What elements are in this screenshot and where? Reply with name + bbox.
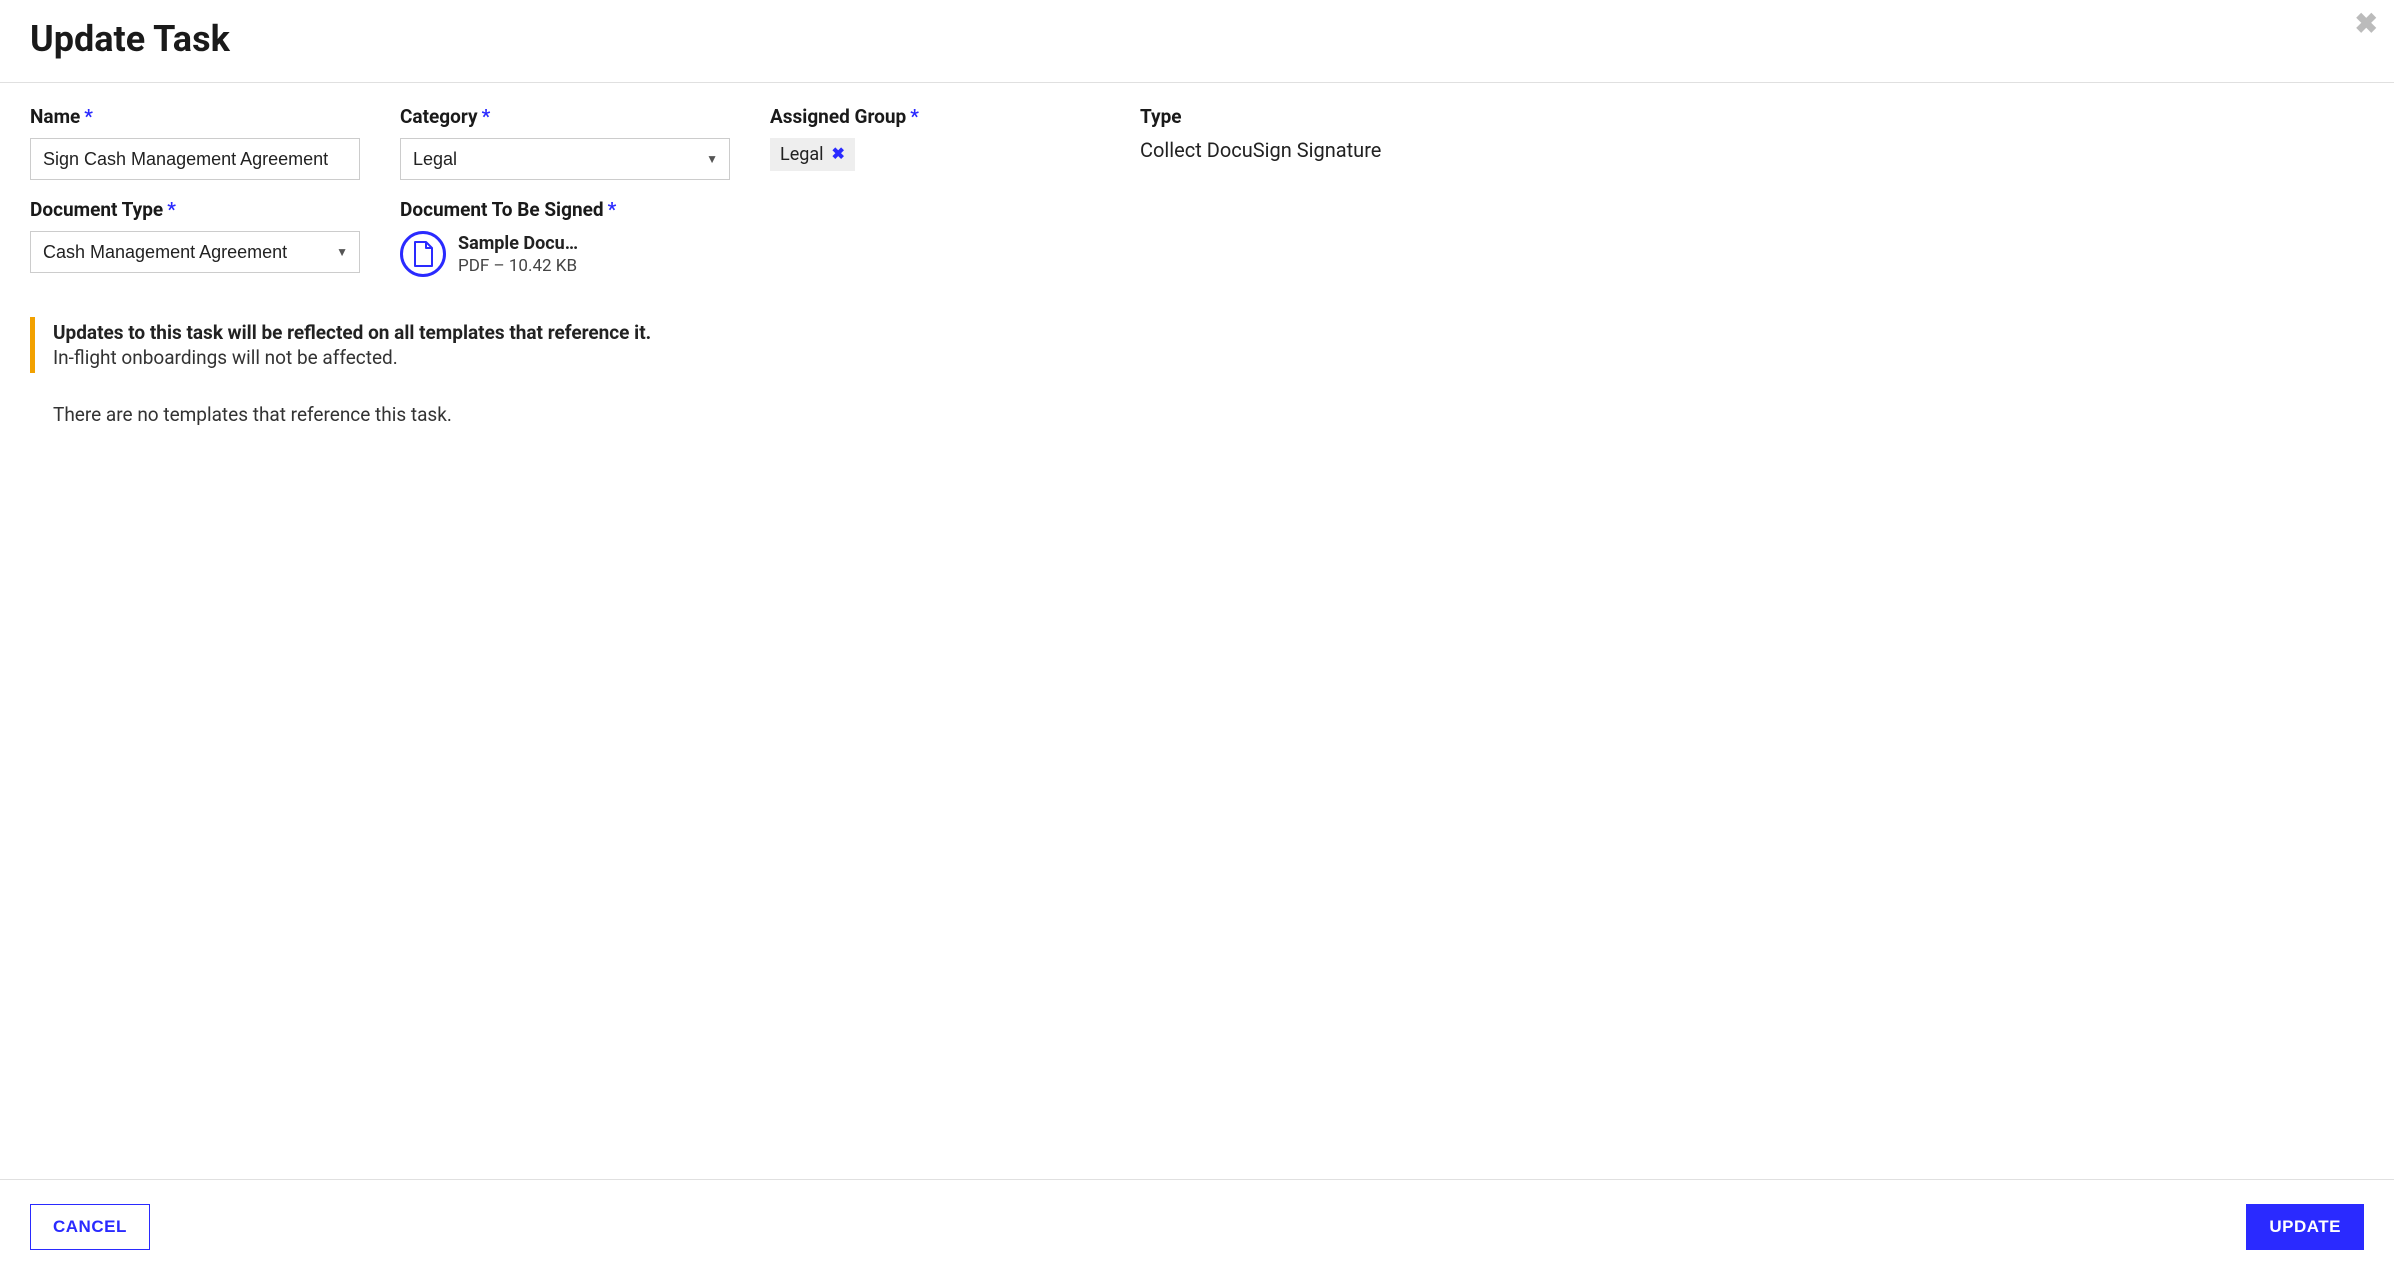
field-document-to-sign: Document To Be Signed* Sample Document.p… [400, 198, 730, 277]
document-type-select-wrap: Cash Management Agreement ▼ [30, 231, 360, 273]
document-to-sign-label: Document To Be Signed* [400, 198, 730, 221]
document-type-label: Document Type* [30, 198, 360, 221]
document-to-sign-label-text: Document To Be Signed [400, 198, 604, 221]
required-marker: * [482, 105, 491, 128]
field-type: Type Collect DocuSign Signature [1140, 105, 1470, 180]
modal-body: Name* Category* Legal ▼ Assigned Group* [0, 83, 2394, 1179]
document-icon [400, 231, 446, 277]
form-row-2: Document Type* Cash Management Agreement… [30, 198, 2364, 277]
document-type-select[interactable]: Cash Management Agreement [30, 231, 360, 273]
assigned-group-label-text: Assigned Group [770, 105, 906, 128]
assigned-group-chip: Legal ✖ [770, 138, 855, 171]
field-name: Name* [30, 105, 360, 180]
document-meta: Sample Document.pdf PDF – 10.42 KB [458, 233, 593, 276]
form-row-1: Name* Category* Legal ▼ Assigned Group* [30, 105, 2364, 180]
required-marker: * [910, 105, 919, 128]
notice-empty-text: There are no templates that reference th… [53, 403, 2364, 426]
document-file-meta: PDF – 10.42 KB [458, 256, 593, 276]
modal-footer: CANCEL UPDATE [0, 1179, 2394, 1274]
document-card[interactable]: Sample Document.pdf PDF – 10.42 KB [400, 231, 593, 277]
field-category: Category* Legal ▼ [400, 105, 730, 180]
notice-heading: Updates to this task will be reflected o… [53, 321, 2364, 344]
required-marker: * [608, 198, 617, 221]
required-marker: * [167, 198, 176, 221]
required-marker: * [84, 105, 93, 128]
document-file-name: Sample Document.pdf [458, 233, 593, 254]
close-button[interactable]: ✖ [2351, 6, 2382, 42]
field-assigned-group: Assigned Group* Legal ✖ [770, 105, 1100, 180]
update-task-modal: Update Task ✖ Name* Category* Legal ▼ [0, 0, 2394, 1274]
update-button[interactable]: UPDATE [2246, 1204, 2364, 1250]
chip-remove-button[interactable]: ✖ [832, 147, 845, 163]
modal-header: Update Task ✖ [0, 0, 2394, 83]
category-select-wrap: Legal ▼ [400, 138, 730, 180]
category-select[interactable]: Legal [400, 138, 730, 180]
category-label: Category* [400, 105, 730, 128]
document-type-label-text: Document Type [30, 198, 163, 221]
cancel-button[interactable]: CANCEL [30, 1204, 150, 1250]
field-document-type: Document Type* Cash Management Agreement… [30, 198, 360, 277]
type-label: Type [1140, 105, 1470, 128]
notice-callout: Updates to this task will be reflected o… [30, 317, 2364, 373]
name-input[interactable] [30, 138, 360, 180]
assigned-group-label: Assigned Group* [770, 105, 1100, 128]
name-label-text: Name [30, 105, 80, 128]
modal-title: Update Task [30, 18, 2364, 60]
type-value: Collect DocuSign Signature [1140, 138, 1470, 162]
notice-subtext: In-flight onboardings will not be affect… [53, 346, 2364, 369]
assigned-group-chip-label: Legal [780, 144, 824, 165]
category-label-text: Category [400, 105, 478, 128]
name-label: Name* [30, 105, 360, 128]
